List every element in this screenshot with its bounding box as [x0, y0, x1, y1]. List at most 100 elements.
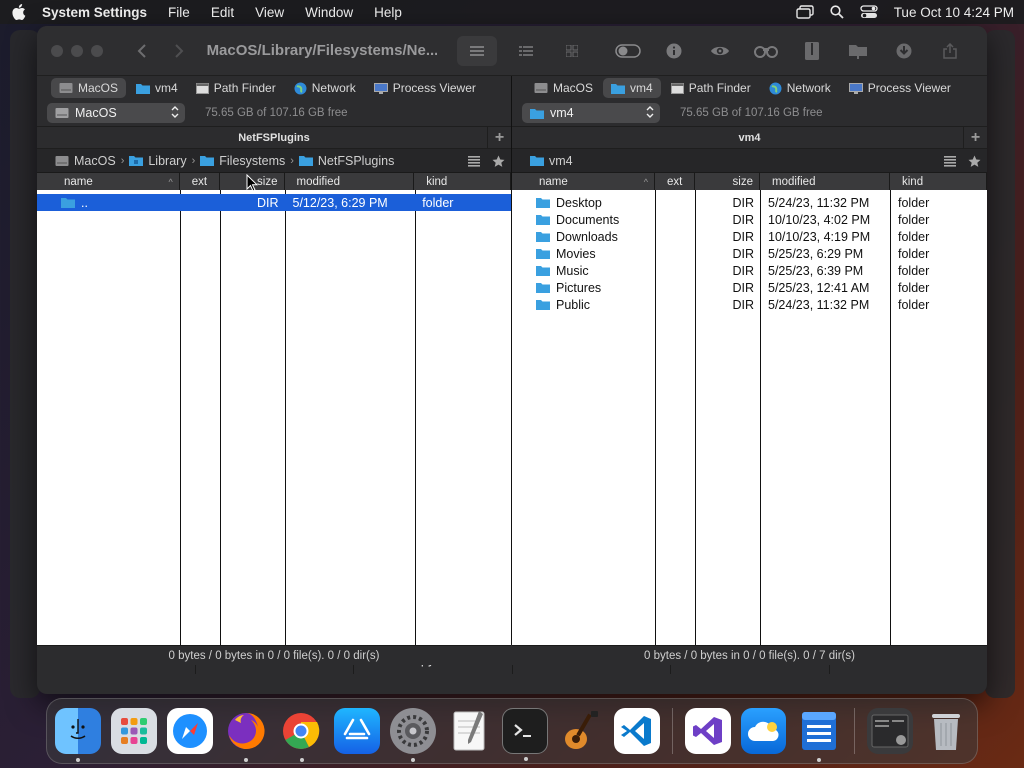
right-status-bar: 0 bytes / 0 bytes in 0 / 0 file(s). 0 / …	[512, 645, 987, 665]
table-row[interactable]: Music DIR 5/25/23, 6:39 PM folder	[512, 262, 987, 279]
menu-view[interactable]: View	[255, 5, 284, 20]
search-binoculars-icon[interactable]	[743, 36, 789, 66]
textedit-icon[interactable]	[446, 708, 492, 754]
right-tab-network[interactable]: Network	[761, 78, 839, 98]
column-modified[interactable]: modified	[760, 173, 890, 190]
column-kind[interactable]: kind	[414, 173, 511, 190]
chevron-right-icon: ›	[191, 154, 196, 167]
menu-window[interactable]: Window	[305, 5, 353, 20]
left-tab-macos[interactable]: MacOS	[51, 78, 127, 98]
right-volume-row: vm4 75.65 GB of 107.16 GB free	[512, 100, 987, 126]
safari-icon[interactable]	[166, 708, 213, 754]
detail-view-icon[interactable]	[503, 36, 549, 66]
left-tab-network[interactable]: Network	[286, 78, 364, 98]
onedrive-icon[interactable]	[740, 708, 787, 754]
column-name[interactable]: name ^	[37, 173, 180, 190]
firefox-icon[interactable]	[223, 708, 269, 762]
favorite-star-icon[interactable]	[486, 149, 511, 173]
hidden-files-toggle-icon[interactable]	[605, 36, 651, 66]
menu-app-name[interactable]: System Settings	[42, 5, 147, 20]
share-icon[interactable]	[927, 36, 973, 66]
folder-icon	[536, 215, 550, 225]
breadcrumb-item[interactable]: Filesystems	[200, 154, 285, 168]
table-row[interactable]: Downloads DIR 10/10/23, 4:19 PM folder	[512, 228, 987, 245]
table-row[interactable]: Documents DIR 10/10/23, 4:02 PM folder	[512, 211, 987, 228]
recent-window-icon[interactable]	[867, 708, 914, 754]
right-tab-label: vm4	[630, 81, 653, 95]
finder-icon[interactable]	[55, 708, 101, 762]
column-modified[interactable]: modified	[285, 173, 415, 190]
apple-menu-icon[interactable]	[10, 3, 28, 21]
system-settings-icon[interactable]	[390, 708, 437, 762]
right-tab-vm4[interactable]: vm4	[603, 78, 661, 98]
column-kind[interactable]: kind	[890, 173, 987, 190]
column-name[interactable]: name ^	[512, 173, 655, 190]
network-folder-icon[interactable]	[835, 36, 881, 66]
left-tab-process-viewer[interactable]: Process Viewer	[366, 78, 484, 98]
vscode-icon[interactable]	[613, 708, 660, 754]
right-file-list[interactable]: Desktop DIR 5/24/23, 11:32 PM folder Documen…	[512, 190, 987, 645]
right-tab-path-finder[interactable]: Path Finder	[663, 78, 759, 98]
minimize-window-button[interactable]	[71, 44, 83, 57]
file-modified: 5/25/23, 6:29 PM	[768, 246, 864, 261]
commander-one-icon[interactable]	[796, 708, 842, 762]
list-menu-icon[interactable]	[461, 149, 486, 173]
launchpad-icon[interactable]	[110, 708, 157, 754]
quick-look-eye-icon[interactable]	[697, 36, 743, 66]
breadcrumb-item[interactable]: vm4	[530, 154, 573, 168]
control-center-icon[interactable]	[860, 5, 878, 19]
right-add-tab-button[interactable]: +	[963, 127, 987, 149]
left-tab-vm4[interactable]: vm4	[128, 78, 186, 98]
column-size[interactable]: size	[695, 173, 760, 190]
info-icon[interactable]	[651, 36, 697, 66]
breadcrumb-item[interactable]: Library	[129, 154, 187, 168]
right-tab-macos[interactable]: MacOS	[526, 78, 601, 98]
zoom-window-button[interactable]	[91, 44, 103, 57]
download-icon[interactable]	[881, 36, 927, 66]
dock-separator	[671, 708, 673, 754]
visual-studio-icon[interactable]	[684, 708, 731, 754]
right-tab-process-viewer[interactable]: Process Viewer	[841, 78, 959, 98]
back-button[interactable]	[133, 40, 152, 62]
menu-file[interactable]: File	[168, 5, 190, 20]
close-window-button[interactable]	[51, 44, 63, 57]
column-ext[interactable]: ext	[180, 173, 220, 190]
table-row[interactable]: Movies DIR 5/25/23, 6:29 PM folder	[512, 245, 987, 262]
spotlight-search-icon[interactable]	[830, 5, 844, 19]
chrome-icon[interactable]	[279, 708, 325, 762]
right-volume-select[interactable]: vm4	[522, 103, 660, 123]
table-row[interactable]: Pictures DIR 5/25/23, 12:41 AM folder	[512, 279, 987, 296]
breadcrumb-item[interactable]: MacOS	[55, 154, 116, 168]
left-tab-path-finder[interactable]: Path Finder	[188, 78, 284, 98]
menu-help[interactable]: Help	[374, 5, 402, 20]
monitor-icon	[848, 82, 863, 94]
running-indicator	[76, 758, 80, 762]
breadcrumb-item[interactable]: NetFSPlugins	[298, 154, 394, 168]
trash-icon[interactable]	[923, 708, 969, 754]
forward-button[interactable]	[170, 40, 189, 62]
left-add-tab-button[interactable]: +	[487, 127, 511, 149]
left-volume-select[interactable]: MacOS	[47, 103, 185, 123]
app-store-icon[interactable]	[334, 708, 381, 754]
list-menu-icon[interactable]	[937, 149, 962, 173]
column-ext[interactable]: ext	[655, 173, 695, 190]
hard-drive-icon	[534, 83, 548, 93]
running-indicator	[299, 758, 304, 762]
library-folder-icon	[129, 156, 144, 166]
table-row[interactable]: .. DIR 5/12/23, 6:29 PM folder	[37, 194, 511, 211]
menu-clock[interactable]: Tue Oct 10 4:24 PM	[894, 5, 1014, 20]
menu-edit[interactable]: Edit	[211, 5, 234, 20]
right-volume-name: vm4	[550, 106, 574, 120]
folder-icon	[536, 266, 550, 276]
screen-mirroring-icon[interactable]	[795, 5, 814, 19]
table-row[interactable]: Public DIR 5/24/23, 11:32 PM folder	[512, 296, 987, 313]
terminal-icon[interactable]	[502, 708, 548, 761]
left-file-list[interactable]: .. DIR 5/12/23, 6:29 PM folder	[37, 190, 511, 645]
grid-view-icon[interactable]	[549, 36, 595, 66]
list-view-icon[interactable]	[457, 35, 498, 66]
garageband-icon[interactable]	[558, 708, 604, 754]
archive-icon[interactable]	[789, 36, 835, 66]
table-row[interactable]: Desktop DIR 5/24/23, 11:32 PM folder	[512, 194, 987, 211]
right-tab-bar: MacOS vm4 Path Finder Network Process Vi…	[512, 76, 987, 100]
favorite-star-icon[interactable]	[962, 149, 987, 173]
